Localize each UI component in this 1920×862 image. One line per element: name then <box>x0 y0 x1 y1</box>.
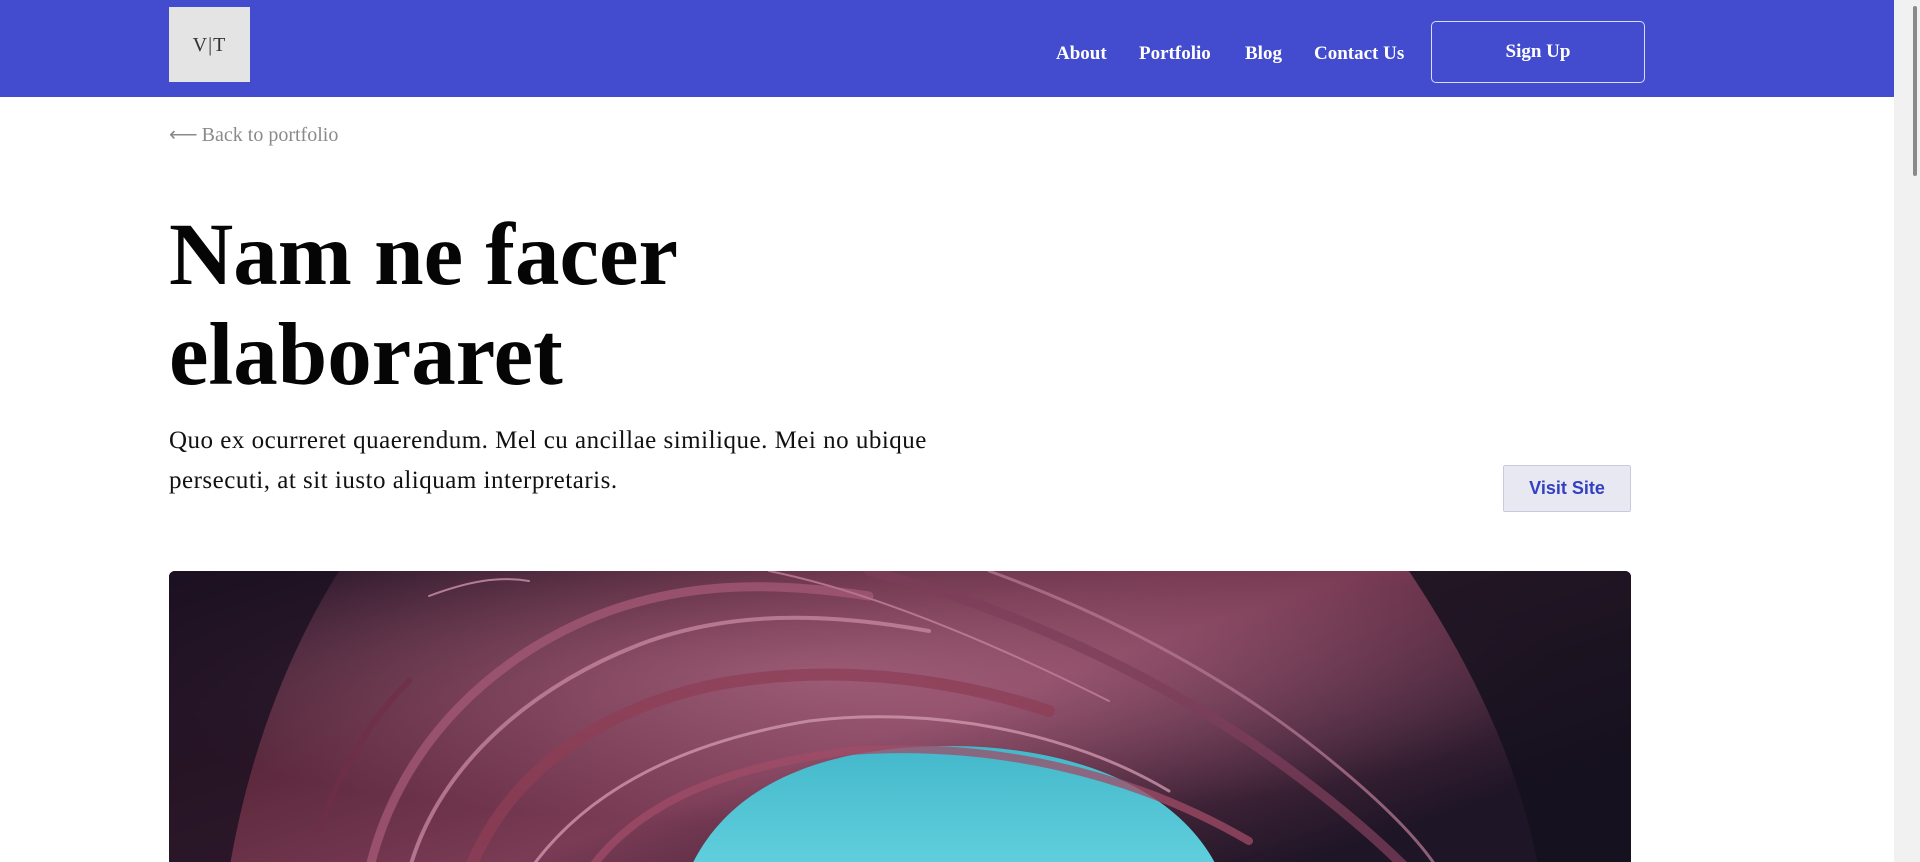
portfolio-detail-page: V|T About Portfolio Blog Contact Us Sign… <box>0 0 1920 862</box>
arrow-left-icon: ⟵ <box>169 124 198 146</box>
sign-up-button[interactable]: Sign Up <box>1431 21 1645 83</box>
site-header: V|T About Portfolio Blog Contact Us Sign… <box>0 0 1894 97</box>
hero-image <box>169 571 1631 862</box>
visit-site-button[interactable]: Visit Site <box>1503 465 1631 512</box>
nav-portfolio[interactable]: Portfolio <box>1139 43 1211 65</box>
site-logo[interactable]: V|T <box>169 7 250 82</box>
page-title: Nam ne facer elaboraret <box>169 206 677 404</box>
canyon-arch-image <box>169 571 1631 862</box>
logo-text: V|T <box>192 33 227 56</box>
logo-mark: V|T <box>193 35 227 55</box>
scrollbar-thumb[interactable] <box>1913 6 1917 176</box>
project-description: Quo ex ocurreret quaerendum. Mel cu anci… <box>169 427 927 494</box>
back-to-portfolio-link[interactable]: ⟵ Back to portfolio <box>169 123 338 147</box>
back-link-label: Back to portfolio <box>201 124 339 146</box>
nav-about[interactable]: About <box>1056 43 1107 65</box>
nav-blog[interactable]: Blog <box>1245 43 1282 65</box>
nav-contact-us[interactable]: Contact Us <box>1314 43 1404 65</box>
